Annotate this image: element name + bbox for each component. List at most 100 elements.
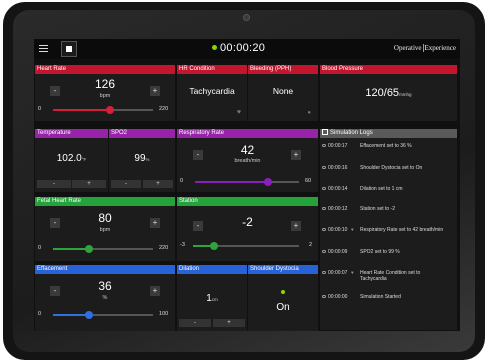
clock-icon xyxy=(322,249,326,253)
slider-min-label: 0 xyxy=(38,106,42,112)
log-time: 00:00:16 xyxy=(328,165,348,171)
log-message: SPO2 set to 99 % xyxy=(360,248,400,255)
heart-icon: ♥ xyxy=(236,109,241,116)
clock-icon xyxy=(322,186,326,190)
slider-min-label: 0 xyxy=(180,178,184,184)
panel-title: HR Condition xyxy=(177,65,247,74)
log-time: 00:00:09 xyxy=(328,249,348,255)
log-time: 00:00:14 xyxy=(328,186,348,192)
effacement-panel: Effacement - 36 % + 0 100 xyxy=(35,265,175,331)
active-indicator-icon xyxy=(281,290,285,294)
station-slider[interactable] xyxy=(193,241,299,250)
panel-title: Blood Pressure xyxy=(320,65,457,74)
slider-fill xyxy=(195,181,268,183)
slider-max-label: 60 xyxy=(305,178,312,184)
hamburger-menu-icon[interactable] xyxy=(39,45,48,52)
spo2-reading: 99% xyxy=(109,153,175,164)
brand-left: Operative xyxy=(393,44,422,52)
respiratory-rate-slider[interactable] xyxy=(195,177,299,186)
temperature-reading: 102.0°F xyxy=(35,153,108,164)
bleeding-value[interactable]: None xyxy=(248,86,318,96)
slider-min-label: 0 xyxy=(38,311,42,317)
increase-button[interactable]: + xyxy=(213,319,245,327)
value-text: 126 xyxy=(94,77,116,91)
log-message: Station set to -2 xyxy=(360,205,396,212)
slider-handle[interactable] xyxy=(85,244,93,253)
log-time: 00:00:00 xyxy=(328,294,348,300)
effacement-slider[interactable] xyxy=(53,310,153,319)
hr-condition-panel: HR Condition Tachycardia ♥ xyxy=(177,65,247,121)
log-message: Dilation set to 1 cm xyxy=(360,185,403,192)
decrease-button[interactable]: - xyxy=(179,319,211,327)
clock-icon xyxy=(322,270,326,274)
panel-title: Bleeding (PPH) xyxy=(248,65,318,74)
increase-button[interactable]: + xyxy=(72,180,106,188)
panel-title: Fetal Heart Rate xyxy=(35,197,175,206)
slider-handle[interactable] xyxy=(210,241,219,250)
dilation-unit: cm xyxy=(211,297,218,302)
panel-title: Station xyxy=(177,197,318,206)
heart-rate-slider[interactable] xyxy=(53,105,153,114)
heart-rate-panel: Heart Rate - 126 bpm + 0 220 xyxy=(35,65,175,121)
logs-title: Simulation Logs xyxy=(330,130,373,136)
spo2-panel: SPO2 99% - + xyxy=(109,129,175,192)
panel-title: Temperature xyxy=(35,129,108,138)
hr-condition-value[interactable]: Tachycardia xyxy=(177,86,247,96)
slider-handle[interactable] xyxy=(106,105,114,114)
simulation-timer: 00:00:20 xyxy=(212,42,265,54)
clock-icon xyxy=(322,206,326,210)
increase-button[interactable]: + xyxy=(143,180,173,188)
clock-icon xyxy=(322,143,326,147)
log-time: 00:00:10 xyxy=(328,227,348,233)
slider-handle[interactable] xyxy=(263,177,272,186)
slider-fill xyxy=(53,109,110,111)
temperature-panel: Temperature 102.0°F - + xyxy=(35,129,108,192)
log-message: Heart Rate Condition set to Tachycardia xyxy=(360,269,421,282)
panel-title: SPO2 xyxy=(109,129,175,138)
log-message: Effacement set to 36 % xyxy=(360,142,412,149)
camera-icon xyxy=(243,14,250,21)
increase-button[interactable]: + xyxy=(150,86,160,96)
shoulder-dystocia-value[interactable]: On xyxy=(248,302,318,313)
timer-value: 00:00:20 xyxy=(220,42,266,54)
station-panel: Station - -2 + -3 2 xyxy=(177,197,318,261)
fetal-heart-rate-slider[interactable] xyxy=(53,244,153,253)
log-time: 00:00:07 xyxy=(328,270,348,276)
log-icon xyxy=(322,129,328,136)
increase-button[interactable]: + xyxy=(291,150,301,160)
slider-max-label: 220 xyxy=(159,245,169,251)
panel-title: Simulation Logs xyxy=(320,129,457,138)
blood-pressure-panel: Blood Pressure 120/65mmhg xyxy=(320,65,457,121)
log-time: 00:00:17 xyxy=(328,143,348,149)
decrease-button[interactable]: - xyxy=(37,180,71,188)
increase-button[interactable]: + xyxy=(150,218,160,228)
panel-title: Shoulder Dystocia xyxy=(248,265,318,274)
blood-pressure-reading[interactable]: 120/65mmhg xyxy=(320,87,457,99)
clock-icon xyxy=(322,294,326,298)
clock-icon xyxy=(322,227,326,231)
clock-icon xyxy=(322,165,326,169)
panel-title: Respiratory Rate xyxy=(177,129,318,138)
bleeding-panel: Bleeding (PPH) None ● xyxy=(248,65,318,121)
increase-button[interactable]: + xyxy=(150,286,160,296)
shoulder-dystocia-panel: Shoulder Dystocia On xyxy=(248,265,318,331)
dilation-reading: 1cm xyxy=(177,293,247,304)
decrease-button[interactable]: - xyxy=(111,180,141,188)
slider-handle[interactable] xyxy=(85,310,93,319)
simulation-logs-panel: Simulation Logs 00:00:17 Effacement set t… xyxy=(320,129,457,330)
log-message: Respiratory Rate set to 42 breath/min xyxy=(360,226,444,233)
bp-unit: mmhg xyxy=(399,92,412,97)
slider-min-label: 0 xyxy=(38,245,42,251)
slider-fill xyxy=(53,248,89,250)
running-indicator-icon xyxy=(212,44,217,50)
fetal-heart-rate-panel: Fetal Heart Rate - 80 bpm + 0 220 xyxy=(35,197,175,261)
blood-drop-icon: ● xyxy=(307,110,311,116)
slider-max-label: 100 xyxy=(159,311,169,317)
dilation-panel: Dilation 1cm - + xyxy=(177,265,247,331)
slider-max-label: 220 xyxy=(159,106,169,112)
slider-max-label: 2 xyxy=(309,242,313,248)
stop-button[interactable] xyxy=(61,41,77,57)
increase-button[interactable]: + xyxy=(291,221,301,231)
respiratory-rate-panel: Respiratory Rate - 42 breath/min + 0 60 xyxy=(177,129,318,192)
log-time: 00:00:12 xyxy=(328,206,348,212)
